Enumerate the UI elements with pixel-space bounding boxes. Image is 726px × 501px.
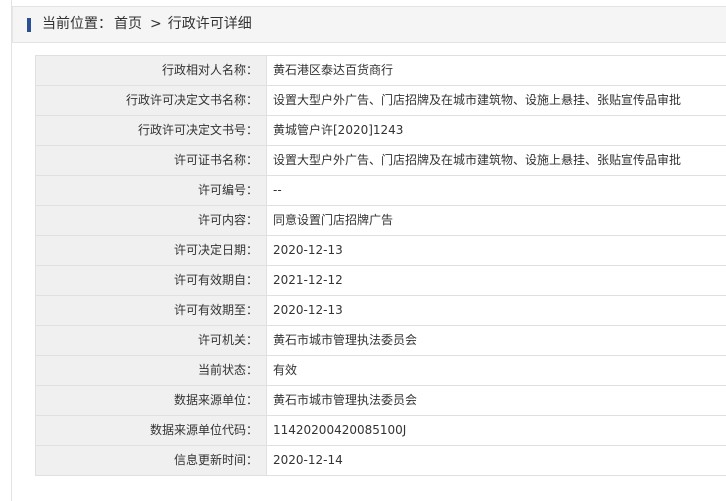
- row-label: 行政许可决定文书名称：: [35, 85, 267, 116]
- row-value: 2020-12-13: [266, 295, 726, 326]
- row-label: 许可有效期自：: [35, 265, 267, 296]
- table-row: 行政许可决定文书名称： 设置大型户外广告、门店招牌及在城市建筑物、设施上悬挂、张贴…: [35, 85, 726, 116]
- breadcrumb-home-link[interactable]: 首页: [114, 16, 142, 32]
- row-label: 数据来源单位：: [35, 385, 267, 416]
- row-value: 11420200420085100J: [266, 415, 726, 446]
- breadcrumb-bar: 当前位置： 首页 > 行政许可详细: [12, 6, 726, 43]
- row-label: 行政相对人名称：: [35, 55, 267, 86]
- row-label: 许可内容：: [35, 205, 267, 236]
- detail-page: 当前位置： 首页 > 行政许可详细 行政相对人名称： 黄石港区泰达百货商行 行政许可决定…: [11, 0, 726, 501]
- breadcrumb-separator: >: [150, 16, 162, 32]
- row-value: 黄石港区泰达百货商行: [266, 55, 726, 86]
- row-label: 当前状态：: [35, 355, 267, 386]
- table-row: 许可机关： 黄石市城市管理执法委员会: [35, 325, 726, 356]
- table-row: 许可有效期自： 2021-12-12: [35, 265, 726, 296]
- row-value: 黄石市城市管理执法委员会: [266, 325, 726, 356]
- row-value: --: [266, 175, 726, 206]
- license-detail-table: 行政相对人名称： 黄石港区泰达百货商行 行政许可决定文书名称： 设置大型户外广告、门…: [35, 55, 726, 476]
- table-row: 数据来源单位代码： 11420200420085100J: [35, 415, 726, 446]
- breadcrumb-prefix: 当前位置：: [42, 16, 112, 32]
- row-label: 许可编号：: [35, 175, 267, 206]
- row-label: 数据来源单位代码：: [35, 415, 267, 446]
- table-row: 行政相对人名称： 黄石港区泰达百货商行: [35, 55, 726, 86]
- row-value: 同意设置门店招牌广告: [266, 205, 726, 236]
- breadcrumb: 当前位置： 首页 > 行政许可详细: [42, 7, 254, 42]
- row-value: 有效: [266, 355, 726, 386]
- row-value: 2020-12-13: [266, 235, 726, 266]
- breadcrumb-accent-bar: [27, 18, 31, 32]
- table-row: 许可决定日期： 2020-12-13: [35, 235, 726, 266]
- row-label: 行政许可决定文书号：: [35, 115, 267, 146]
- row-value: 2020-12-14: [266, 445, 726, 476]
- row-label: 许可有效期至：: [35, 295, 267, 326]
- row-value: 黄城管户许[2020]1243: [266, 115, 726, 146]
- table-row: 行政许可决定文书号： 黄城管户许[2020]1243: [35, 115, 726, 146]
- table-row: 信息更新时间： 2020-12-14: [35, 445, 726, 476]
- table-row: 许可内容： 同意设置门店招牌广告: [35, 205, 726, 236]
- row-value: 设置大型户外广告、门店招牌及在城市建筑物、设施上悬挂、张贴宣传品审批: [266, 145, 726, 176]
- row-value: 2021-12-12: [266, 265, 726, 296]
- table-row: 数据来源单位： 黄石市城市管理执法委员会: [35, 385, 726, 416]
- row-label: 许可决定日期：: [35, 235, 267, 266]
- table-row: 许可证书名称： 设置大型户外广告、门店招牌及在城市建筑物、设施上悬挂、张贴宣传品审…: [35, 145, 726, 176]
- row-value: 设置大型户外广告、门店招牌及在城市建筑物、设施上悬挂、张贴宣传品审批: [266, 85, 726, 116]
- table-row: 许可编号： --: [35, 175, 726, 206]
- row-value: 黄石市城市管理执法委员会: [266, 385, 726, 416]
- row-label: 信息更新时间：: [35, 445, 267, 476]
- table-row: 当前状态： 有效: [35, 355, 726, 386]
- breadcrumb-current: 行政许可详细: [167, 16, 252, 32]
- row-label: 许可证书名称：: [35, 145, 267, 176]
- table-row: 许可有效期至： 2020-12-13: [35, 295, 726, 326]
- row-label: 许可机关：: [35, 325, 267, 356]
